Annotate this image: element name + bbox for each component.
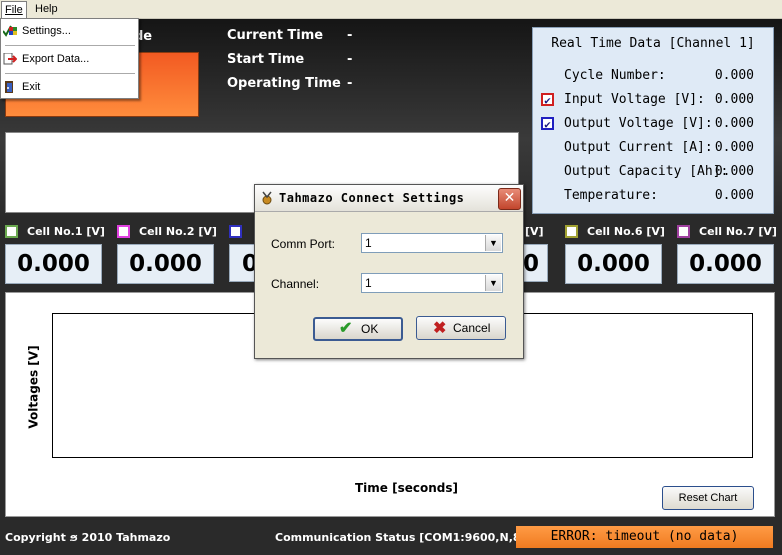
start-time-label: Start Time [227, 52, 305, 67]
rt-value: 0.000 [714, 92, 754, 107]
rt-value: 0.000 [714, 68, 754, 83]
ok-button[interactable]: ✔ OK [313, 317, 403, 341]
rt-row-temperature: Temperature: 0.000 [533, 188, 773, 206]
rt-row-input-voltage: ✔ Input Voltage [V]: 0.000 [533, 92, 773, 110]
cell-2-value: 0.000 [117, 244, 214, 284]
current-time-value: - [347, 28, 353, 43]
realtime-title: Real Time Data [Channel 1] [551, 36, 755, 51]
rt-value: 0.000 [714, 140, 754, 155]
menu-separator [5, 45, 135, 46]
rt-label: Temperature: [564, 188, 658, 203]
cell-7-value: 0.000 [677, 244, 774, 284]
dialog-title: Tahmazo Connect Settings [279, 191, 465, 205]
ok-button-label: OK [361, 322, 379, 336]
operating-time-label: Operating Time [227, 76, 341, 91]
start-time-value: - [347, 52, 353, 67]
cell-6-value: 0.000 [565, 244, 662, 284]
channel-select[interactable]: 1 ▼ [361, 273, 503, 293]
channel-value: 1 [365, 276, 372, 290]
chevron-down-icon[interactable]: ▼ [485, 275, 501, 291]
copyright-text: Copyright ϧ 2010 Tahmazo [5, 531, 171, 544]
cell-6-checkbox[interactable] [565, 225, 578, 238]
rt-label: Output Capacity [Ah]: [564, 164, 729, 179]
cell-6-label: Cell No.6 [V] [587, 225, 665, 238]
cell-5-value: 0 [522, 244, 548, 282]
error-status: ERROR: timeout (no data) [516, 526, 773, 548]
menu-help[interactable]: Help [32, 1, 61, 17]
menu-item-exit[interactable]: Exit [1, 76, 138, 98]
menu-file[interactable]: File [1, 1, 27, 18]
cancel-x-icon: ✖ [433, 320, 447, 337]
menu-item-settings[interactable]: Settings... [1, 20, 138, 42]
channel-label: Channel: [271, 277, 320, 291]
cell-3-checkbox[interactable] [229, 225, 242, 238]
reset-chart-button[interactable]: Reset Chart [662, 486, 754, 510]
rt-value: 0.000 [714, 164, 754, 179]
cell-1-checkbox[interactable] [5, 225, 18, 238]
rt-value: 0.000 [714, 116, 754, 131]
file-menu-dropdown: Settings... Export Data... Exit [0, 18, 139, 99]
realtime-panel: Real Time Data [Channel 1] Cycle Number:… [532, 27, 774, 214]
connect-settings-dialog: Tahmazo Connect Settings ✕ Comm Port: 1 … [254, 184, 524, 359]
cell-7-label: Cell No.7 [V] [699, 225, 777, 238]
rt-value: 0.000 [714, 188, 754, 203]
menu-item-export[interactable]: Export Data... [1, 48, 138, 70]
cell-2-checkbox[interactable] [117, 225, 130, 238]
checkmark-icon: ✔ [339, 320, 353, 337]
cell-1-value: 0.000 [5, 244, 102, 284]
menu-item-settings-label: Settings... [22, 25, 71, 37]
cell-1-label: Cell No.1 [V] [27, 225, 105, 238]
export-icon [3, 53, 17, 65]
input-voltage-checkbox[interactable]: ✔ [541, 93, 554, 106]
rt-row-output-capacity: Output Capacity [Ah]: 0.000 [533, 164, 773, 182]
menu-item-export-label: Export Data... [22, 53, 90, 65]
rt-row-output-current: Output Current [A]: 0.000 [533, 140, 773, 158]
comm-port-value: 1 [365, 236, 372, 250]
rt-row-cycle: Cycle Number: 0.000 [533, 68, 773, 86]
app-icon [262, 191, 272, 205]
cancel-button-label: Cancel [453, 321, 491, 335]
comm-port-select[interactable]: 1 ▼ [361, 233, 503, 253]
chart-y-axis-label: Voltages [V] [26, 345, 41, 429]
menu-separator [5, 73, 135, 74]
rt-label: Output Voltage [V]: [564, 116, 713, 131]
rt-row-output-voltage: ✔ Output Voltage [V]: 0.000 [533, 116, 773, 134]
settings-icon [3, 25, 17, 37]
current-time-label: Current Time [227, 28, 324, 43]
output-voltage-checkbox[interactable]: ✔ [541, 117, 554, 130]
operating-time-value: - [347, 76, 353, 91]
chart-x-axis-label: Time [seconds] [355, 481, 459, 495]
rt-label: Input Voltage [V]: [564, 92, 705, 107]
cell-2-label: Cell No.2 [V] [139, 225, 217, 238]
communication-status: Communication Status [COM1:9600,N,8,1] [275, 531, 538, 544]
menu-item-exit-label: Exit [22, 81, 41, 93]
comm-port-label: Comm Port: [271, 237, 336, 251]
exit-icon [5, 81, 13, 93]
cell-7-checkbox[interactable] [677, 225, 690, 238]
rt-label: Cycle Number: [564, 68, 666, 83]
rt-label: Output Current [A]: [564, 140, 713, 155]
dialog-titlebar[interactable]: Tahmazo Connect Settings ✕ [255, 185, 523, 212]
cell-5-label: [V] [525, 225, 544, 238]
chevron-down-icon[interactable]: ▼ [485, 235, 501, 251]
cancel-button[interactable]: ✖ Cancel [416, 316, 506, 340]
close-icon[interactable]: ✕ [498, 188, 521, 210]
menu-bar: File Help [0, 0, 782, 19]
